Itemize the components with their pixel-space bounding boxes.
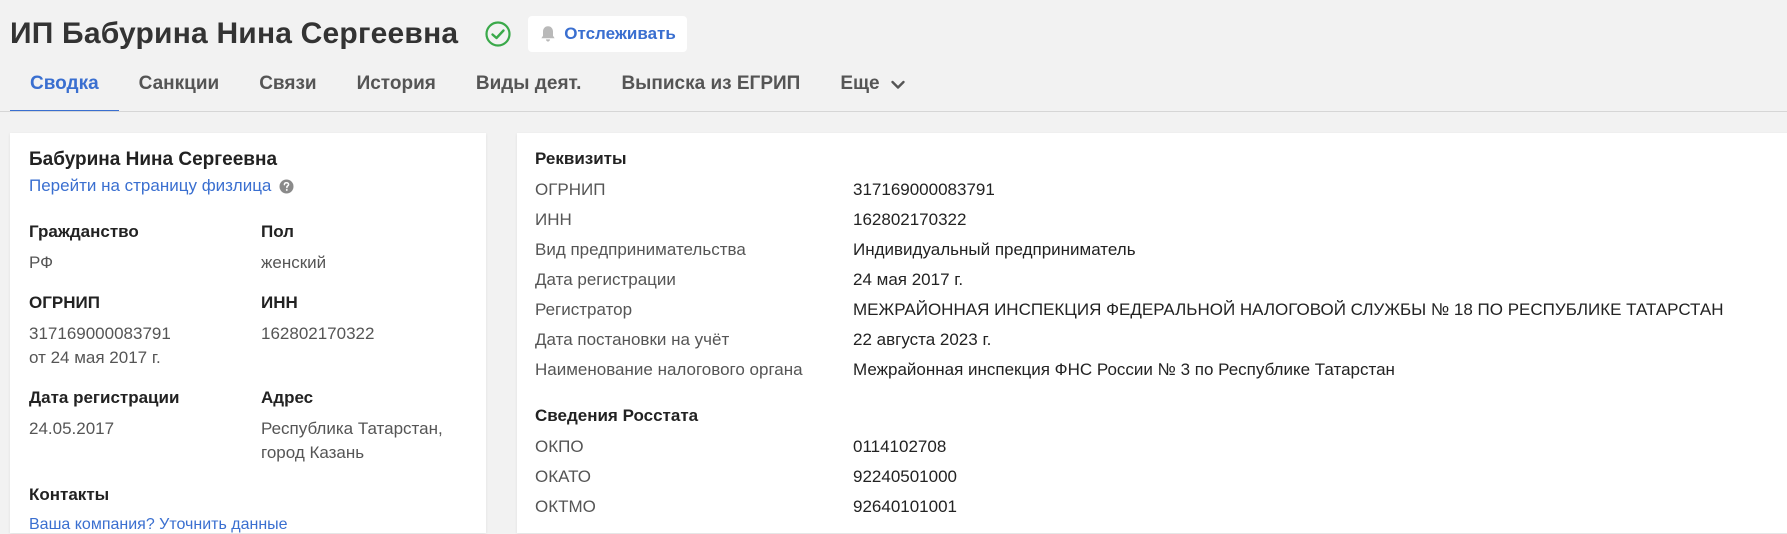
tab-more[interactable]: Еще <box>820 64 927 111</box>
requisites-card: Реквизиты ОГРНИП 317169000083791 ИНН 162… <box>517 133 1787 533</box>
tab-connections[interactable]: Связи <box>239 64 336 111</box>
registration-date-value: 24.05.2017 <box>29 419 115 438</box>
tab-history[interactable]: История <box>337 64 456 111</box>
address-value: Республика Татарстан, город Казань <box>261 417 481 465</box>
bell-icon <box>538 24 558 44</box>
title-row: ИП Бабурина Нина Сергеевна Отслеживать <box>10 12 687 56</box>
tab-label: Выписка из ЕГРИП <box>621 73 801 94</box>
inn-field: ИНН 162802170322 <box>261 293 481 370</box>
question-icon[interactable] <box>279 179 294 194</box>
track-button[interactable]: Отслеживать <box>528 16 687 52</box>
gender-value: женский <box>261 253 327 272</box>
registration-date-field: Дата регистрации 24.05.2017 <box>29 388 261 465</box>
page-title: ИП Бабурина Нина Сергеевна <box>10 17 459 50</box>
citizenship-field: Гражданство РФ <box>29 222 261 275</box>
person-link-row: Перейти на страницу физлица <box>29 176 467 196</box>
tab-label: Виды деят. <box>475 73 582 94</box>
ogrnip-value-block: 317169000083791 от 24 мая 2017 г. <box>29 322 261 370</box>
gender-field: Пол женский <box>261 222 481 275</box>
rosstat-label: ОКАТО <box>535 467 591 486</box>
page-header: ИП Бабурина Нина Сергеевна Отслеживать С… <box>0 0 1787 112</box>
requisite-value: 162802170322 <box>853 210 967 229</box>
rosstat-label: ОКПО <box>535 437 584 456</box>
rosstat-value: 0114102708 <box>853 437 947 456</box>
rosstat-row: ОКАТО 92240501000 <box>535 462 1787 492</box>
inn-value: 162802170322 <box>261 324 375 343</box>
requisite-row: Дата постановки на учёт 22 августа 2023 … <box>535 325 1787 355</box>
requisites-table: ОГРНИП 317169000083791 ИНН 162802170322 … <box>535 175 1787 385</box>
requisite-row: ИНН 162802170322 <box>535 205 1787 235</box>
requisite-label: Наименование налогового органа <box>535 360 803 379</box>
inn-label: ИНН <box>261 293 298 312</box>
citizenship-value: РФ <box>29 253 54 272</box>
rosstat-row: ОКПО 0114102708 <box>535 432 1787 462</box>
requisite-row: Дата регистрации 24 мая 2017 г. <box>535 265 1787 295</box>
ogrnip-value: 317169000083791 <box>29 324 171 343</box>
rosstat-row: ОКТМО 92640101001 <box>535 492 1787 522</box>
rosstat-label: ОКТМО <box>535 497 596 516</box>
address-label: Адрес <box>261 388 314 407</box>
requisite-label: Вид предпринимательства <box>535 240 746 259</box>
tabs-nav: Сводка Санкции Связи История Виды деят. … <box>10 64 928 112</box>
person-info-grid: Гражданство РФ Пол женский ОГРНИП 317169… <box>29 222 467 465</box>
address-line: Республика Татарстан, <box>261 419 443 438</box>
rosstat-value: 92640101001 <box>853 497 958 516</box>
requisite-value: МЕЖРАЙОННАЯ ИНСПЕКЦИЯ ФЕДЕРАЛЬНОЙ НАЛОГО… <box>853 300 1724 319</box>
tab-label: Санкции <box>138 73 220 94</box>
requisite-row: Вид предпринимательства Индивидуальный п… <box>535 235 1787 265</box>
rosstat-table: ОКПО 0114102708 ОКАТО 92240501000 ОКТМО … <box>535 432 1787 522</box>
contacts-label: Контакты <box>29 485 110 504</box>
tab-label: Еще <box>840 73 880 94</box>
person-page-link[interactable]: Перейти на страницу физлица <box>29 176 271 196</box>
requisite-value: Индивидуальный предприниматель <box>853 240 1136 259</box>
check-circle-icon <box>484 20 512 48</box>
citizenship-label: Гражданство <box>29 222 139 241</box>
requisite-row: Регистратор МЕЖРАЙОННАЯ ИНСПЕКЦИЯ ФЕДЕРА… <box>535 295 1787 325</box>
rosstat-title: Сведения Росстата <box>535 406 699 425</box>
chevron-down-icon <box>890 80 905 89</box>
requisite-value: 317169000083791 <box>853 180 995 199</box>
tab-label: История <box>356 73 436 94</box>
requisites-title: Реквизиты <box>535 149 627 168</box>
track-button-label: Отслеживать <box>564 24 676 43</box>
tab-sanctions[interactable]: Санкции <box>119 64 240 111</box>
ogrnip-label: ОГРНИП <box>29 293 100 312</box>
address-field: Адрес Республика Татарстан, город Казань <box>261 388 481 465</box>
person-summary-card: Бабурина Нина Сергеевна Перейти на стран… <box>10 133 486 533</box>
person-name: Бабурина Нина Сергеевна <box>29 149 278 170</box>
registration-date-label: Дата регистрации <box>29 388 180 407</box>
clarify-data-link[interactable]: Ваша компания? Уточнить данные <box>29 516 288 534</box>
requisite-label: Дата постановки на учёт <box>535 330 730 349</box>
ogrnip-date: от 24 мая 2017 г. <box>29 348 161 367</box>
requisite-row: Наименование налогового органа Межрайонн… <box>535 355 1787 385</box>
ogrnip-field: ОГРНИП 317169000083791 от 24 мая 2017 г. <box>29 293 261 370</box>
gender-label: Пол <box>261 222 294 241</box>
tab-summary[interactable]: Сводка <box>10 64 119 112</box>
requisite-value: Межрайонная инспекция ФНС России № 3 по … <box>853 360 1395 379</box>
header-divider <box>0 111 1787 112</box>
tab-egrip-extract[interactable]: Выписка из ЕГРИП <box>601 64 820 111</box>
requisite-label: Дата регистрации <box>535 270 676 289</box>
requisite-value: 22 августа 2023 г. <box>853 330 992 349</box>
tab-activity-types[interactable]: Виды деят. <box>456 64 602 111</box>
requisite-row: ОГРНИП 317169000083791 <box>535 175 1787 205</box>
requisite-label: Регистратор <box>535 300 633 319</box>
address-line: город Казань <box>261 443 365 462</box>
requisite-label: ИНН <box>535 210 572 229</box>
rosstat-value: 92240501000 <box>853 467 958 486</box>
tab-label: Связи <box>259 73 317 94</box>
tab-label: Сводка <box>30 73 99 94</box>
requisite-label: ОГРНИП <box>535 180 606 199</box>
requisite-value: 24 мая 2017 г. <box>853 270 964 289</box>
